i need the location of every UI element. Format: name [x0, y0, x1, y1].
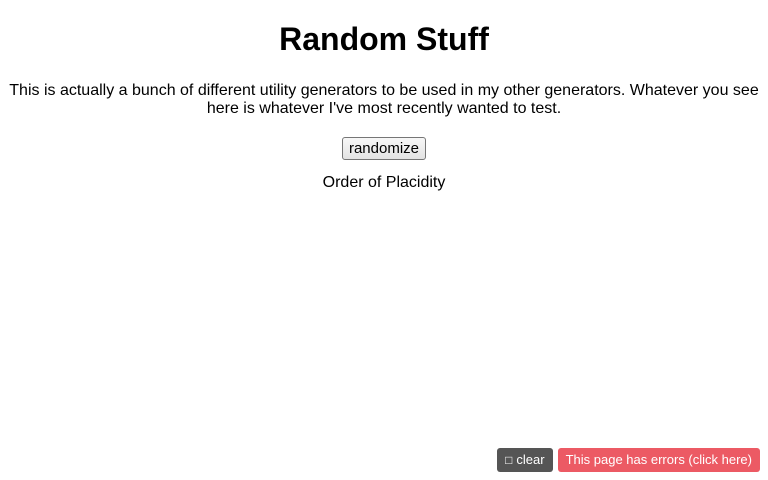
footer-bar: □ clear This page has errors (click here…	[497, 448, 760, 472]
clear-button[interactable]: □ clear	[497, 448, 553, 472]
page-title: Random Stuff	[279, 21, 489, 57]
randomize-button-wrapper: randomize	[0, 137, 768, 160]
page-description: This is actually a bunch of different ut…	[9, 82, 759, 117]
page: Random Stuff This is actually a bunch of…	[0, 0, 768, 480]
page-errors-button[interactable]: This page has errors (click here)	[557, 448, 760, 472]
randomize-button[interactable]: randomize	[341, 137, 427, 160]
clear-label: clear	[516, 452, 545, 467]
generated-result: Order of Placidity	[322, 174, 446, 191]
trash-icon: □	[505, 453, 513, 467]
